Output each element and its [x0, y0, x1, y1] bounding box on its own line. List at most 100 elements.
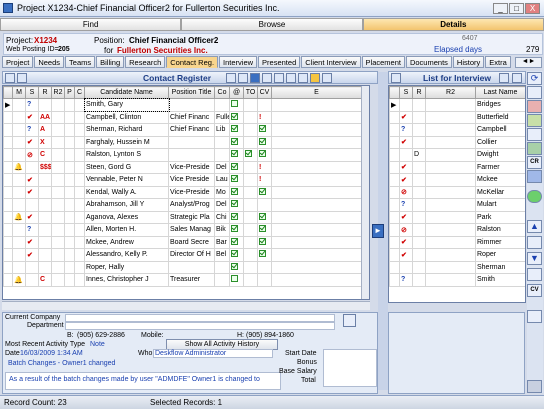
to-cell[interactable] — [243, 273, 258, 287]
remove-icon[interactable] — [512, 73, 522, 83]
column-header[interactable]: R — [38, 86, 52, 99]
scroll-down-icon[interactable] — [527, 380, 542, 393]
maximize-button[interactable]: □ — [509, 3, 524, 14]
cv-cell[interactable] — [257, 248, 272, 262]
subtab-research[interactable]: Research — [125, 56, 166, 68]
candidate-name[interactable]: Abrahamson, Jill Y — [84, 198, 169, 212]
list-view-icon[interactable] — [5, 73, 15, 83]
column-header[interactable]: Candidate Name — [84, 86, 169, 99]
move-to-interview-button[interactable]: ► — [372, 224, 384, 238]
row-selector[interactable]: ▶ — [3, 98, 13, 112]
row-selector[interactable] — [3, 148, 13, 162]
email-checkbox[interactable] — [231, 250, 238, 258]
row-selector[interactable] — [389, 198, 400, 212]
list-item[interactable]: ✔ Collier — [389, 135, 525, 149]
email-checkbox[interactable] — [231, 187, 238, 195]
list-item[interactable]: ? Smith — [389, 273, 525, 287]
list-item[interactable]: ? Mulart — [389, 198, 525, 212]
email-cell[interactable] — [229, 148, 244, 162]
to-cell[interactable] — [243, 198, 258, 212]
email-icon[interactable] — [298, 73, 308, 83]
subtab-teams[interactable]: Teams — [65, 56, 96, 68]
column-header[interactable]: Position Title — [168, 86, 215, 99]
column-header[interactable]: P — [64, 86, 75, 99]
column-header[interactable]: @ — [229, 86, 244, 99]
cv-cell[interactable] — [257, 223, 272, 237]
email-checkbox[interactable] — [231, 200, 238, 208]
table-row[interactable]: Abrahamson, Jill Y Analyst/Prog Del — [3, 198, 362, 212]
email-cell[interactable] — [229, 235, 244, 249]
cv-cell[interactable] — [257, 185, 272, 199]
vertical-scrollbar[interactable] — [361, 86, 369, 299]
column-header[interactable]: S — [25, 86, 39, 99]
cv-cell[interactable] — [257, 273, 272, 287]
candidate-name[interactable]: Kendal, Wally A. — [84, 185, 169, 199]
to-cell[interactable] — [243, 173, 258, 187]
subtab-documents[interactable]: Documents — [405, 56, 452, 68]
to-cell[interactable] — [243, 148, 258, 162]
cv-checkbox[interactable] — [259, 150, 266, 158]
table-row[interactable]: ⊘ C Ralston, Lynton S — [3, 148, 362, 162]
email-cell[interactable] — [229, 210, 244, 224]
last-name[interactable]: Farmer — [475, 160, 525, 174]
cv-icon[interactable]: CV — [527, 284, 542, 297]
email-checkbox[interactable] — [231, 225, 238, 233]
row-selector[interactable] — [389, 148, 400, 162]
email-checkbox[interactable] — [231, 100, 238, 108]
tab-browse[interactable]: Browse — [181, 18, 363, 31]
filter-icon[interactable] — [226, 73, 236, 83]
table-row[interactable]: ▶? Smith, Gary — [3, 97, 362, 112]
status-green-icon[interactable] — [527, 190, 542, 203]
tab-find[interactable]: Find — [0, 18, 182, 31]
last-name[interactable]: Smith — [475, 273, 525, 287]
list-view-icon[interactable] — [391, 73, 401, 83]
candidate-name[interactable]: Vennable, Peter N — [84, 173, 169, 187]
to-cell[interactable] — [243, 185, 258, 199]
row-selector[interactable] — [389, 110, 400, 124]
row-selector[interactable] — [389, 160, 400, 174]
row-selector[interactable] — [389, 185, 400, 199]
list-item[interactable]: ✔ Roper — [389, 248, 525, 262]
last-name[interactable]: Ralston — [475, 223, 525, 237]
subtab-needs[interactable]: Needs — [34, 56, 65, 68]
cv-cell[interactable]: ! — [257, 110, 272, 124]
email-cell[interactable] — [229, 98, 244, 112]
column-header[interactable]: TO — [243, 86, 258, 99]
list-item[interactable]: ⊘ McKellar — [389, 185, 525, 199]
column-header[interactable]: E — [271, 86, 362, 99]
list-item[interactable]: D Dwight — [389, 148, 525, 162]
row-selector[interactable] — [3, 198, 13, 212]
cv-checkbox[interactable] — [259, 187, 266, 195]
row-selector[interactable] — [3, 248, 13, 262]
to-cell[interactable] — [243, 223, 258, 237]
candidate-name[interactable]: Steen, Gord G — [84, 160, 169, 174]
cv-checkbox[interactable] — [259, 225, 266, 233]
email-cell[interactable] — [229, 135, 244, 149]
email-cell[interactable] — [229, 173, 244, 187]
list-item[interactable]: ✔ Park — [389, 210, 525, 224]
column-header[interactable]: M — [12, 86, 26, 99]
last-name[interactable]: Roper — [475, 248, 525, 262]
notes-icon[interactable] — [527, 128, 542, 141]
email-checkbox[interactable] — [231, 175, 238, 183]
list-item[interactable]: ? Campbell — [389, 123, 525, 137]
lock-icon[interactable] — [527, 86, 542, 99]
cv-cell[interactable] — [257, 198, 272, 212]
last-name[interactable]: Bridges — [475, 98, 525, 112]
candidate-name[interactable]: Farghaly, Hussein M — [84, 135, 169, 149]
refresh-list-icon[interactable] — [527, 310, 542, 323]
row-selector[interactable] — [389, 123, 400, 137]
horizontal-scrollbar[interactable] — [2, 301, 370, 310]
row-selector[interactable] — [3, 160, 13, 174]
to-cell[interactable] — [243, 235, 258, 249]
subtab-client-interview[interactable]: Client Interview — [301, 56, 361, 68]
email-checkbox[interactable] — [231, 162, 238, 170]
attach-icon[interactable] — [262, 73, 272, 83]
cv-cell[interactable] — [257, 148, 272, 162]
to-cell[interactable] — [243, 110, 258, 124]
email-checkbox[interactable] — [231, 237, 238, 245]
filter-icon[interactable] — [527, 268, 542, 281]
close-button[interactable]: X — [525, 3, 540, 14]
candidate-name[interactable]: Sherman, Richard — [84, 123, 169, 137]
email-checkbox[interactable] — [231, 137, 238, 145]
